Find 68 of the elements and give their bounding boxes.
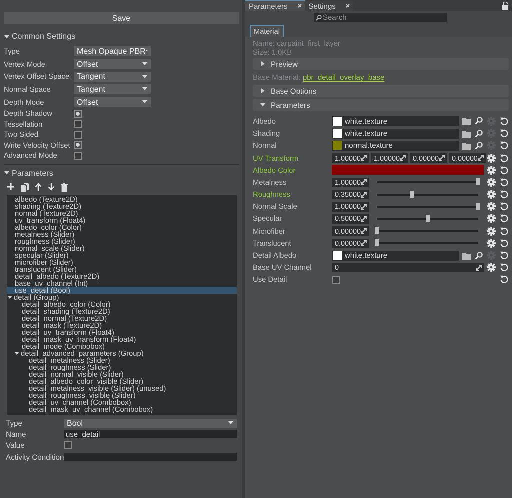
checkbox[interactable] — [332, 276, 340, 284]
expand-icon[interactable] — [361, 228, 367, 234]
input-field[interactable] — [64, 453, 237, 462]
expand-icon[interactable] — [361, 204, 367, 210]
expand-icon[interactable] — [361, 192, 367, 198]
gear-icon[interactable] — [487, 178, 496, 187]
checkbox[interactable] — [74, 152, 82, 160]
slider-thumb[interactable] — [476, 178, 480, 186]
expand-icon[interactable] — [476, 264, 482, 271]
slider-thumb[interactable] — [410, 190, 414, 198]
lock-icon[interactable] — [502, 2, 509, 10]
caret-icon[interactable] — [228, 421, 234, 426]
gear-icon[interactable] — [487, 166, 496, 175]
gear-icon[interactable] — [487, 238, 496, 248]
trash-icon[interactable] — [61, 182, 68, 192]
save-button[interactable]: Save — [4, 12, 239, 24]
color-field[interactable] — [332, 165, 484, 175]
dropdown[interactable]: Mesh Opaque PBR — [74, 46, 151, 56]
caret-icon[interactable] — [142, 87, 148, 92]
gear-icon[interactable] — [487, 190, 496, 200]
expand-icon[interactable] — [361, 179, 367, 186]
search-icon[interactable] — [475, 142, 483, 150]
expand-icon[interactable] — [400, 155, 406, 162]
gear-icon[interactable] — [487, 226, 496, 236]
slider-thumb[interactable] — [426, 214, 430, 222]
caret-icon[interactable] — [142, 62, 148, 66]
caret-icon[interactable] — [4, 34, 10, 40]
dropdown[interactable]: Tangent — [74, 84, 151, 94]
search-icon[interactable] — [475, 252, 483, 260]
gear-icon[interactable] — [487, 263, 496, 272]
checkbox[interactable] — [74, 120, 82, 128]
section-title: Parameters — [12, 168, 54, 178]
gear-icon[interactable] — [487, 154, 496, 163]
section-title: Common Settings — [12, 32, 76, 41]
dropdown[interactable]: Tangent — [74, 72, 151, 82]
checkbox[interactable] — [74, 130, 82, 139]
expand-icon[interactable] — [438, 155, 445, 162]
caret-icon[interactable] — [260, 88, 266, 94]
gear-icon[interactable] — [487, 214, 496, 224]
dropdown[interactable]: Offset — [74, 59, 151, 70]
copy-icon[interactable] — [21, 182, 29, 192]
search-icon[interactable] — [475, 130, 483, 138]
slider-thumb[interactable] — [476, 202, 480, 210]
dropdown[interactable]: Bool — [64, 418, 237, 428]
expand-icon[interactable] — [360, 155, 367, 162]
arrow-down-icon[interactable] — [48, 183, 55, 192]
add-icon[interactable] — [7, 183, 15, 192]
dropdown[interactable]: Offset — [74, 97, 151, 108]
caret-icon[interactable] — [142, 100, 148, 104]
arrow-up-icon[interactable] — [35, 183, 42, 192]
checkbox[interactable] — [74, 141, 82, 150]
expand-icon[interactable] — [478, 155, 484, 162]
folder-icon[interactable] — [462, 252, 471, 260]
search-icon[interactable] — [475, 117, 483, 126]
close-icon[interactable] — [346, 4, 350, 8]
slider-thumb[interactable] — [375, 239, 379, 246]
expand-icon[interactable] — [361, 216, 367, 222]
close-icon[interactable] — [298, 4, 302, 8]
caret-icon[interactable] — [14, 350, 20, 356]
gear-icon[interactable] — [487, 202, 496, 212]
caret-icon[interactable] — [142, 74, 148, 79]
caret-icon[interactable] — [4, 170, 10, 176]
caret-icon[interactable] — [260, 61, 266, 68]
expand-icon[interactable] — [361, 240, 367, 246]
caret-icon[interactable] — [260, 102, 266, 108]
checkbox[interactable] — [64, 440, 72, 449]
slider-thumb[interactable] — [375, 227, 379, 234]
checkbox[interactable] — [74, 110, 82, 118]
